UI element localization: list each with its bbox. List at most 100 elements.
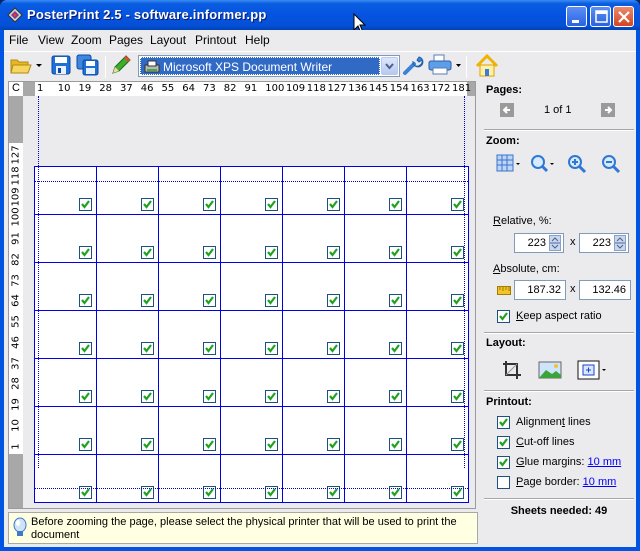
poster-sheet[interactable] (406, 214, 469, 263)
glue-margins-checkbox[interactable] (497, 456, 510, 469)
poster-sheet[interactable] (220, 214, 283, 263)
settings-button[interactable] (402, 54, 424, 79)
prev-page-button[interactable] (500, 103, 514, 120)
poster-sheet[interactable] (34, 214, 97, 263)
save-all-button[interactable] (76, 54, 100, 79)
alignment-lines-checkbox[interactable] (497, 416, 510, 429)
sheet-checkbox[interactable] (141, 390, 154, 403)
poster-sheet[interactable] (282, 406, 345, 455)
poster-sheet[interactable] (344, 454, 407, 503)
sheet-checkbox[interactable] (141, 438, 154, 451)
image-button[interactable] (538, 361, 562, 382)
relative-height-input[interactable]: 223 (579, 233, 629, 253)
sheet-checkbox[interactable] (327, 246, 340, 259)
spin-buttons[interactable] (549, 235, 561, 251)
open-button[interactable] (10, 54, 42, 79)
poster-sheet[interactable] (96, 214, 159, 263)
sheet-checkbox[interactable] (389, 198, 402, 211)
sheet-checkbox[interactable] (451, 294, 464, 307)
poster-sheet[interactable] (344, 406, 407, 455)
poster-sheet[interactable] (158, 454, 221, 503)
menu-help[interactable]: Help (245, 33, 270, 47)
sheet-checkbox[interactable] (451, 390, 464, 403)
poster-sheet[interactable] (34, 166, 97, 215)
poster-sheet[interactable] (406, 454, 469, 503)
keep-aspect-label[interactable]: Keep aspect ratio (516, 310, 602, 322)
poster-sheet[interactable] (282, 166, 345, 215)
sheet-checkbox[interactable] (203, 342, 216, 355)
poster-sheet[interactable] (220, 358, 283, 407)
title-bar[interactable]: PosterPrint 2.5 - software.informer.pp (0, 0, 640, 34)
spin-buttons[interactable] (614, 235, 626, 251)
poster-sheet[interactable] (96, 310, 159, 359)
poster-canvas[interactable]: 1 10 19 28 37 46 55 64 73 82 91 100 109 118 127 136 145 1… (8, 81, 476, 509)
position-button[interactable] (577, 360, 609, 383)
sheet-checkbox[interactable] (265, 438, 278, 451)
glue-margins-link[interactable]: 10 mm (588, 456, 622, 468)
poster-sheet[interactable] (158, 310, 221, 359)
poster-sheet[interactable] (406, 358, 469, 407)
poster-sheet[interactable] (158, 406, 221, 455)
next-page-button[interactable] (601, 103, 615, 120)
sheet-checkbox[interactable] (389, 438, 402, 451)
poster-sheet[interactable] (220, 406, 283, 455)
sheet-checkbox[interactable] (265, 198, 278, 211)
close-button[interactable] (613, 6, 634, 27)
poster-sheet[interactable] (406, 406, 469, 455)
poster-sheet[interactable] (220, 262, 283, 311)
poster-sheet[interactable] (96, 454, 159, 503)
sheet-checkbox[interactable] (327, 390, 340, 403)
sheet-checkbox[interactable] (451, 246, 464, 259)
zoom-grid-button[interactable] (496, 154, 522, 175)
poster-sheet[interactable] (96, 166, 159, 215)
sheet-checkbox[interactable] (141, 342, 154, 355)
sheet-checkbox[interactable] (79, 294, 92, 307)
sheet-checkbox[interactable] (265, 390, 278, 403)
sheet-checkbox[interactable] (79, 342, 92, 355)
sheet-checkbox[interactable] (389, 294, 402, 307)
poster-sheet[interactable] (282, 214, 345, 263)
zoom-fit-button[interactable] (530, 154, 556, 177)
poster-sheet[interactable] (344, 262, 407, 311)
sheet-checkbox[interactable] (141, 198, 154, 211)
sheet-checkbox[interactable] (451, 198, 464, 211)
sheet-checkbox[interactable] (389, 246, 402, 259)
menu-zoom[interactable]: Zoom (71, 33, 102, 47)
poster-sheet[interactable] (158, 214, 221, 263)
absolute-height-input[interactable]: 132.46 (579, 280, 631, 300)
menu-pages[interactable]: Pages (109, 33, 143, 47)
menu-view[interactable]: View (38, 33, 64, 47)
sheet-checkbox[interactable] (203, 294, 216, 307)
poster-sheet[interactable] (158, 262, 221, 311)
poster-sheet[interactable] (34, 262, 97, 311)
sheet-checkbox[interactable] (141, 294, 154, 307)
save-button[interactable] (50, 54, 72, 79)
zoom-in-button[interactable] (567, 154, 587, 177)
sheet-checkbox[interactable] (203, 438, 216, 451)
sheet-checkbox[interactable] (327, 342, 340, 355)
alignment-lines-label[interactable]: Alignment lines (516, 416, 591, 428)
printer-dropdown[interactable]: Microsoft XPS Document Writer (138, 55, 400, 77)
crop-button[interactable] (502, 360, 522, 383)
sheet-checkbox[interactable] (79, 246, 92, 259)
poster-sheet[interactable] (344, 214, 407, 263)
sheet-checkbox[interactable] (451, 342, 464, 355)
poster-sheet[interactable] (158, 358, 221, 407)
print-button[interactable] (428, 54, 464, 79)
poster-sheet[interactable] (282, 262, 345, 311)
poster-sheet[interactable] (282, 454, 345, 503)
sheet-checkbox[interactable] (389, 390, 402, 403)
poster-sheet[interactable] (220, 310, 283, 359)
poster-sheet[interactable] (344, 166, 407, 215)
sheet-checkbox[interactable] (203, 390, 216, 403)
sheet-checkbox[interactable] (327, 294, 340, 307)
poster-sheet[interactable] (34, 358, 97, 407)
sheet-checkbox[interactable] (203, 246, 216, 259)
minimize-button[interactable] (566, 6, 587, 27)
poster-sheet[interactable] (34, 454, 97, 503)
cutoff-lines-label[interactable]: Cut-off lines (516, 436, 575, 448)
poster-sheet[interactable] (34, 310, 97, 359)
sheet-checkbox[interactable] (79, 438, 92, 451)
poster-sheet[interactable] (406, 262, 469, 311)
zoom-out-button[interactable] (601, 154, 621, 177)
